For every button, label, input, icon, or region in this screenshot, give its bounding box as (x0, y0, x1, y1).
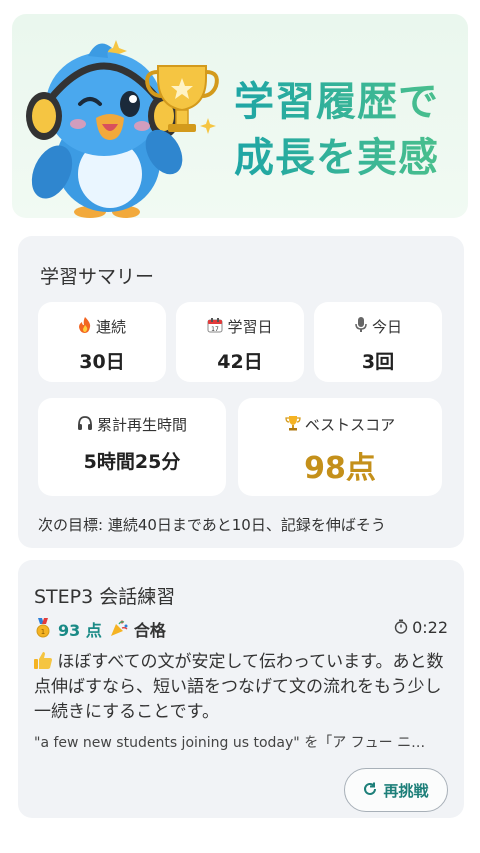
calendar-icon: 17 (207, 317, 223, 336)
stat-label: ベストスコア (304, 416, 396, 434)
headphones-icon (77, 415, 93, 434)
stat-label: 学習日 (227, 318, 273, 336)
microphone-icon (354, 317, 368, 336)
next-goal-text: 次の目標: 連続40日まであと10日、記録を伸ばそう (38, 516, 386, 534)
pass-label: 合格 (133, 621, 166, 640)
party-popper-icon (110, 619, 128, 640)
refresh-icon (363, 782, 377, 799)
stat-value: 30日 (79, 351, 125, 373)
practice-result-card: STEP3 会話練習 1 93 点 合格 0:22 ほぼすべての文が安定して伝わ… (18, 560, 464, 818)
timer-value: 0:22 (412, 618, 448, 637)
svg-text:17: 17 (212, 326, 220, 333)
stat-label: 今日 (371, 318, 402, 336)
thumbs-up-icon (34, 652, 52, 670)
target-sentence: "a few new students joining us today" を「… (34, 735, 426, 751)
hero-banner: 学習履歴で 成長を実感 (12, 14, 468, 218)
trophy-icon (285, 415, 301, 434)
bottom-spacer (0, 826, 480, 853)
stat-total-playtime: 累計再生時間 5時間25分 (38, 398, 226, 496)
practice-title: STEP3 会話練習 (34, 586, 176, 608)
stat-today: 今日 3回 (314, 302, 442, 382)
score-value: 93 点 (58, 621, 102, 640)
page: 学習履歴で 成長を実感 学習サマリー 連続 30日 17 学習日 42日 今日 … (0, 0, 480, 853)
summary-title: 学習サマリー (40, 266, 155, 288)
stat-best-score: ベストスコア 98点 (238, 398, 442, 496)
hero-title: 学習履歴で 成長を実感 (234, 74, 464, 186)
stat-value: 98点 (304, 451, 376, 486)
feedback-text: ほぼすべての文が安定して伝わっています。あと数点伸ばすなら、短い語をつなげて文の… (34, 650, 452, 725)
hero-title-line1: 学習履歴で (234, 74, 464, 130)
retry-label: 再挑戦 (383, 781, 429, 800)
score-row: 1 93 点 合格 0:22 (34, 617, 448, 641)
timer-icon (394, 619, 408, 637)
hero-title-line2: 成長を実感 (234, 130, 464, 186)
stat-value: 5時間25分 (83, 451, 181, 473)
fire-icon (78, 317, 92, 336)
feedback-message: ほぼすべての文が安定して伝わっています。あと数点伸ばすなら、短い語をつなげて文の… (34, 652, 444, 722)
stat-value: 3回 (361, 351, 395, 373)
stat-streak: 連続 30日 (38, 302, 166, 382)
bird-mascot-with-trophy-icon (26, 40, 219, 218)
elapsed-time: 0:22 (394, 618, 448, 637)
learning-summary-card: 学習サマリー 連続 30日 17 学習日 42日 今日 3回 累計再生時間 5時… (18, 236, 464, 548)
stat-value: 42日 (217, 351, 263, 373)
medal-icon: 1 (34, 617, 52, 641)
stat-study-days: 17 学習日 42日 (176, 302, 304, 382)
stat-label: 連続 (95, 318, 126, 336)
svg-text:1: 1 (41, 628, 45, 636)
stat-label: 累計再生時間 (96, 416, 187, 434)
retry-button[interactable]: 再挑戦 (344, 768, 448, 812)
